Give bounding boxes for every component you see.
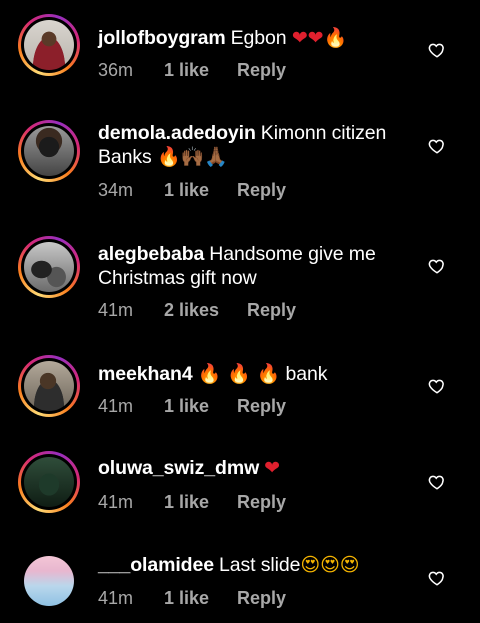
comment-username[interactable]: ___olamidee xyxy=(98,554,214,576)
avatar[interactable] xyxy=(24,457,74,507)
like-heart-icon[interactable] xyxy=(428,41,446,59)
like-heart-icon[interactable] xyxy=(428,377,446,395)
comment-time: 41m xyxy=(98,492,134,512)
avatar-frame[interactable] xyxy=(18,550,80,612)
comment-username[interactable]: meekhan4 xyxy=(98,363,193,385)
reply-button[interactable]: Reply xyxy=(237,60,286,81)
comment-meta: 41m 1 like Reply xyxy=(98,396,286,417)
comment-time: 34m xyxy=(98,180,134,200)
comment-username[interactable]: jollofboygram xyxy=(98,27,226,49)
comment-text-line2: Banks xyxy=(98,146,152,168)
comment-likes[interactable]: 1 like xyxy=(164,60,237,81)
comment-text: Handsome give me xyxy=(209,243,376,265)
comment-text: Kimonn citizen xyxy=(260,122,387,144)
avatar[interactable] xyxy=(24,20,74,70)
avatar[interactable] xyxy=(24,361,74,411)
comment-text-line2: Christmas gift now xyxy=(98,267,257,289)
story-ring[interactable] xyxy=(18,451,80,513)
comment-text: Egbon xyxy=(230,27,287,49)
avatar[interactable] xyxy=(24,242,74,292)
comment-username[interactable]: oluwa_swiz_dmw xyxy=(98,457,259,479)
emoji-heart-eyes: 😍😍😍 xyxy=(300,554,360,576)
reply-button[interactable]: Reply xyxy=(237,180,286,201)
comment-time: 41m xyxy=(98,396,134,416)
comment-time: 41m xyxy=(98,588,134,608)
reply-button[interactable]: Reply xyxy=(247,300,296,321)
emoji-heart: ❤ xyxy=(264,457,280,479)
avatar[interactable] xyxy=(24,556,74,606)
like-heart-icon[interactable] xyxy=(428,137,446,155)
comment-meta: 41m 2 likes Reply xyxy=(98,300,296,321)
story-ring[interactable] xyxy=(18,236,80,298)
reply-button[interactable]: Reply xyxy=(237,492,286,513)
like-heart-icon[interactable] xyxy=(428,569,446,587)
comment-meta: 36m 1 like Reply xyxy=(98,60,286,81)
reply-button[interactable]: Reply xyxy=(237,396,286,417)
comment-likes[interactable]: 1 like xyxy=(164,396,237,417)
comment-likes[interactable]: 1 like xyxy=(164,180,237,201)
comment-text: Last slide xyxy=(218,554,301,576)
avatar[interactable] xyxy=(24,126,74,176)
emoji-fire-hands: 🔥🙌🏾🙏🏾 xyxy=(157,146,228,168)
like-heart-icon[interactable] xyxy=(428,473,446,491)
story-ring[interactable] xyxy=(18,355,80,417)
reply-button[interactable]: Reply xyxy=(237,588,286,609)
comment-username[interactable]: alegbebaba xyxy=(98,243,204,265)
story-ring[interactable] xyxy=(18,14,80,76)
comment-likes[interactable]: 1 like xyxy=(164,588,237,609)
emoji-hearts-fire: ❤❤🔥 xyxy=(291,27,348,49)
comment-likes[interactable]: 2 likes xyxy=(164,300,247,321)
comment-time: 41m xyxy=(98,300,134,320)
comment-meta: 34m 1 like Reply xyxy=(98,180,286,201)
comment-username[interactable]: demola.adedoyin xyxy=(98,122,256,144)
comment-text: bank xyxy=(285,363,328,385)
comment-meta: 41m 1 like Reply xyxy=(98,588,286,609)
comment-meta: 41m 1 like Reply xyxy=(98,492,286,513)
like-heart-icon[interactable] xyxy=(428,257,446,275)
story-ring[interactable] xyxy=(18,120,80,182)
comment-time: 36m xyxy=(98,60,134,80)
comment-likes[interactable]: 1 like xyxy=(164,492,237,513)
emoji-fire: 🔥 🔥 🔥 xyxy=(197,363,281,385)
